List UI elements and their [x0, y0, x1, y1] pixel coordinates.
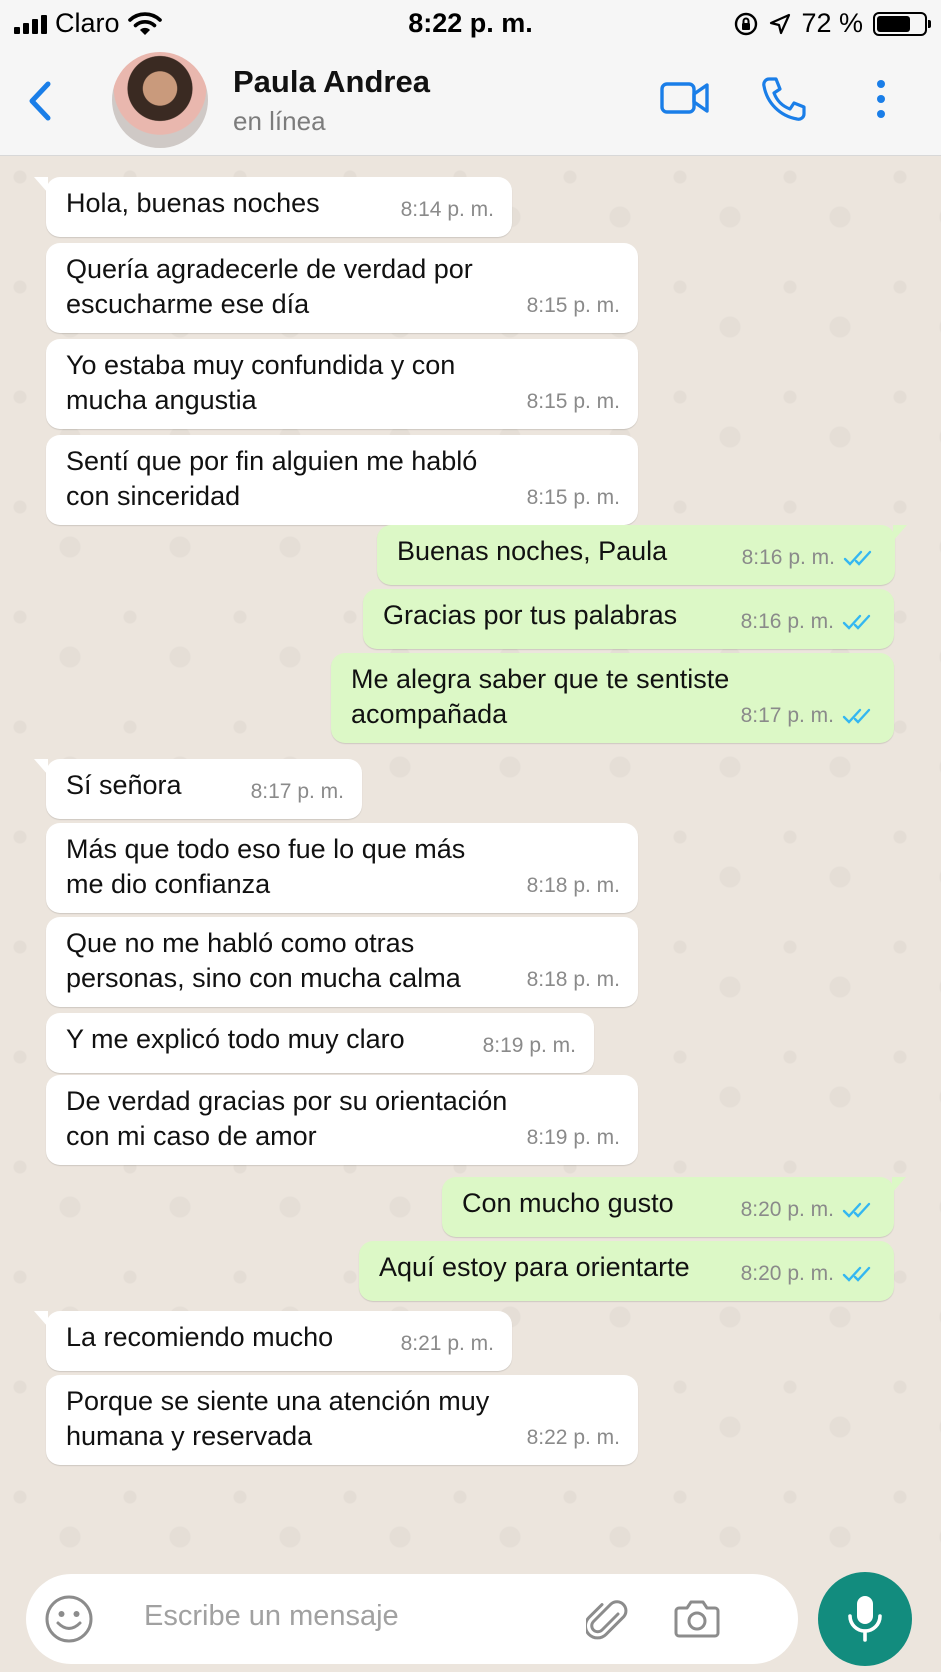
message-meta: 8:15 p. m. [527, 384, 620, 419]
message-meta: 8:20 p. m. [741, 1192, 876, 1227]
rotation-lock-icon [735, 12, 758, 35]
emoji-icon[interactable] [44, 1594, 94, 1644]
message-time: 8:15 p. m. [526, 294, 620, 317]
message-time: 8:15 p. m. [526, 390, 620, 413]
phone-icon[interactable] [760, 76, 808, 122]
message-meta: 8:22 p. m. [527, 1420, 620, 1455]
message-outgoing[interactable]: Me alegra saber que te sentiste acompaña… [331, 653, 894, 743]
more-vertical-icon[interactable] [872, 76, 890, 122]
message-meta: 8:21 p. m. [401, 1326, 494, 1361]
composer-bar: Escribe un mensaje [0, 1570, 941, 1672]
message-time: 8:15 p. m. [526, 486, 620, 509]
message-incoming[interactable]: La recomiendo mucho 8:21 p. m. [34, 1311, 512, 1371]
message-meta: 8:19 p. m. [483, 1028, 576, 1063]
message-outgoing[interactable]: Aquí estoy para orientarte 8:20 p. m. [359, 1241, 894, 1301]
message-incoming[interactable]: Sentí que por fin alguien me habló con s… [46, 435, 638, 525]
video-call-icon[interactable] [660, 76, 710, 120]
message-incoming[interactable]: Quería agradecerle de verdad por escucha… [46, 243, 638, 333]
message-meta: 8:19 p. m. [527, 1120, 620, 1155]
battery-fill [877, 15, 911, 32]
message-meta: 8:15 p. m. [527, 480, 620, 515]
message-time: 8:19 p. m. [526, 1126, 620, 1149]
message-incoming[interactable]: De verdad gracias por su orientación con… [46, 1075, 638, 1165]
message-meta: 8:17 p. m. [251, 774, 344, 809]
message-time: 8:18 p. m. [526, 968, 620, 991]
read-ticks-icon [842, 1266, 871, 1282]
camera-icon[interactable] [674, 1596, 720, 1640]
chat-header: Paula Andrea en línea [0, 48, 941, 156]
battery-percent: 72 % [801, 8, 863, 38]
message-incoming[interactable]: Hola, buenas noches 8:14 p. m. [34, 177, 512, 237]
mic-icon [848, 1596, 882, 1642]
message-time: 8:18 p. m. [526, 874, 620, 897]
battery-icon [873, 11, 931, 36]
contact-status: en línea [233, 106, 326, 136]
status-right: 72 % [733, 8, 931, 39]
message-time: 8:20 p. m. [740, 1262, 834, 1285]
message-meta: 8:15 p. m. [527, 288, 620, 323]
status-bar: Claro 8:22 p. m. 72 % [0, 0, 941, 48]
message-time: 8:17 p. m. [740, 704, 834, 727]
message-time: 8:14 p. m. [400, 198, 494, 221]
mic-button[interactable] [818, 1572, 912, 1666]
contact-name[interactable]: Paula Andrea [233, 64, 430, 100]
message-incoming[interactable]: Porque se siente una atención muy humana… [46, 1375, 638, 1465]
read-ticks-icon [842, 708, 871, 724]
attach-icon[interactable] [586, 1596, 630, 1642]
message-incoming[interactable]: Sí señora 8:17 p. m. [34, 759, 362, 819]
chat-area[interactable]: Hola, buenas noches 8:14 p. m. Quería ag… [0, 157, 941, 1570]
back-chevron-icon[interactable] [20, 76, 60, 126]
message-incoming[interactable]: Yo estaba muy confundida y con mucha ang… [46, 339, 638, 429]
message-meta: 8:17 p. m. [741, 698, 876, 733]
message-time: 8:17 p. m. [250, 780, 344, 803]
message-meta: 8:16 p. m. [742, 540, 877, 575]
message-meta: 8:18 p. m. [527, 868, 620, 903]
message-meta: 8:16 p. m. [741, 604, 876, 639]
message-meta: 8:14 p. m. [401, 192, 494, 227]
message-outgoing[interactable]: Gracias por tus palabras 8:16 p. m. [363, 589, 894, 649]
message-time: 8:19 p. m. [482, 1034, 576, 1057]
message-placeholder: Escribe un mensaje [144, 1600, 399, 1632]
read-ticks-icon [843, 550, 872, 566]
message-incoming[interactable]: Y me explicó todo muy claro 8:19 p. m. [46, 1013, 594, 1073]
message-meta: 8:18 p. m. [527, 962, 620, 997]
message-time: 8:21 p. m. [400, 1332, 494, 1355]
location-arrow-icon [770, 13, 791, 34]
message-meta: 8:20 p. m. [741, 1256, 876, 1291]
avatar[interactable] [112, 52, 208, 148]
message-outgoing[interactable]: Con mucho gusto 8:20 p. m. [442, 1177, 906, 1237]
message-time: 8:16 p. m. [740, 610, 834, 633]
read-ticks-icon [842, 1202, 871, 1218]
message-time: 8:16 p. m. [741, 546, 835, 569]
message-time: 8:22 p. m. [526, 1426, 620, 1449]
message-outgoing[interactable]: Buenas noches, Paula 8:16 p. m. [377, 525, 907, 585]
message-incoming[interactable]: Que no me habló como otras personas, sin… [46, 917, 638, 1007]
read-ticks-icon [842, 614, 871, 630]
message-time: 8:20 p. m. [740, 1198, 834, 1221]
message-incoming[interactable]: Más que todo eso fue lo que más me dio c… [46, 823, 638, 913]
message-input[interactable]: Escribe un mensaje [26, 1574, 798, 1664]
